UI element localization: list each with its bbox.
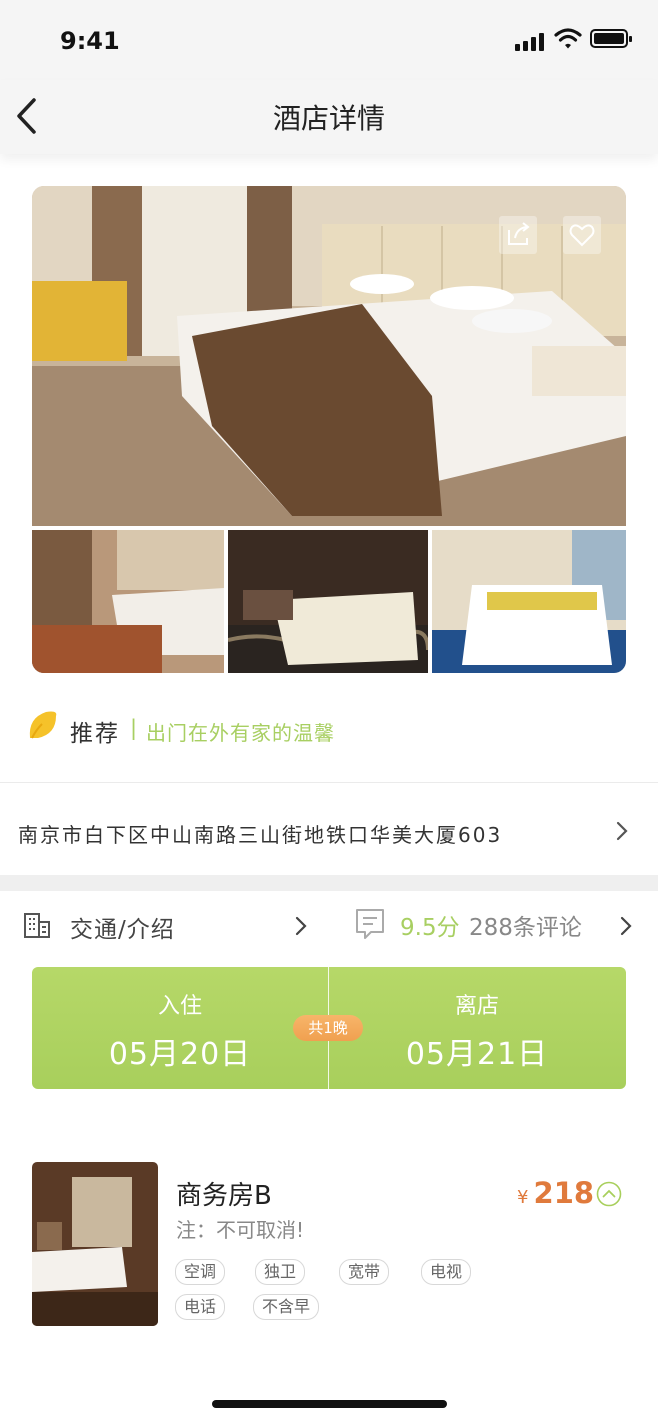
checkin-date[interactable]: 入住 05月20日 [32, 967, 328, 1089]
building-icon [24, 913, 50, 938]
chevron-right-icon[interactable] [293, 914, 309, 938]
share-button[interactable] [499, 216, 537, 254]
home-indicator[interactable] [212, 1400, 447, 1408]
amenity-tag: 独卫 [255, 1259, 306, 1285]
status-time: 9:41 [60, 27, 120, 55]
checkout-date[interactable]: 离店 05月21日 [329, 967, 625, 1089]
status-bar: 9:41 [0, 0, 658, 80]
comment-icon [356, 909, 384, 939]
recommend-separator: | [130, 716, 138, 740]
room-note: 注：不可取消! [176, 1218, 305, 1242]
recommend-leaf-icon [29, 711, 57, 739]
nav-bar: 酒店详情 [0, 80, 658, 154]
hotel-thumbnail[interactable] [228, 530, 428, 673]
review-score[interactable]: 9.5分 [400, 908, 460, 942]
hotel-thumbnail[interactable] [32, 530, 224, 673]
nights-badge: 共1晚 [293, 1015, 363, 1041]
chevron-right-icon[interactable] [618, 914, 634, 938]
recommend-slogan: 出门在外有家的温馨 [146, 721, 335, 745]
favorite-button[interactable] [563, 216, 601, 254]
recommend-label: 推荐 [70, 721, 120, 747]
hotel-address[interactable]: 南京市白下区中山南路三山街地铁口华美大厦603 [18, 819, 502, 848]
chevron-up-circle-icon[interactable] [596, 1181, 622, 1207]
room-name: 商务房B [176, 1181, 272, 1211]
review-count[interactable]: 288条评论 [469, 908, 582, 942]
checkout-value: 05月21日 [405, 1037, 549, 1072]
amenity-tag: 电视 [421, 1259, 472, 1285]
amenity-tag: 电话 [175, 1294, 226, 1320]
transport-intro-link[interactable]: 交通/介绍 [70, 910, 175, 944]
battery-icon [590, 29, 632, 48]
wifi-icon [554, 28, 582, 49]
signal-icon [515, 33, 547, 51]
room-price: ¥ 218 [517, 1176, 594, 1210]
price-amount: 218 [533, 1176, 595, 1210]
checkin-value: 05月20日 [108, 1037, 252, 1072]
hotel-thumbnail[interactable] [432, 530, 626, 673]
page-title: 酒店详情 [272, 102, 385, 135]
heart-icon [569, 224, 595, 247]
amenity-tag: 宽带 [339, 1259, 390, 1285]
section-gap [0, 875, 658, 891]
price-currency: ¥ [517, 1187, 529, 1208]
amenity-tag: 空调 [175, 1259, 226, 1285]
room-photo[interactable] [32, 1162, 158, 1326]
chevron-right-icon[interactable] [614, 820, 630, 842]
checkout-label: 离店 [454, 994, 499, 1019]
share-icon [508, 222, 530, 245]
divider [0, 782, 658, 783]
amenity-tag: 不含早 [253, 1294, 320, 1320]
checkin-label: 入住 [157, 994, 202, 1019]
